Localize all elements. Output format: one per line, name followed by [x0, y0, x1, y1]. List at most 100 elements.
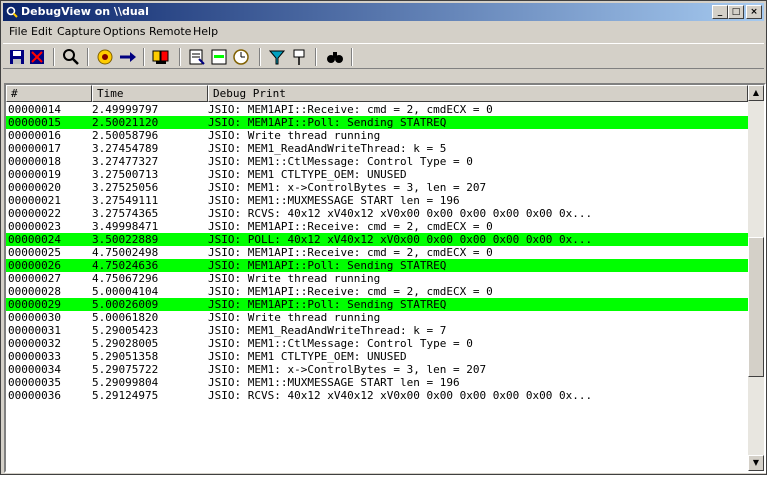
row-debug-print: JSIO: MEM1 CTLTYPE_OEM: UNUSED — [208, 350, 407, 363]
row-debug-print: JSIO: MEM1: x->ControlBytes = 3, len = 2… — [208, 363, 487, 376]
row-debug-print: JSIO: MEM1API::Poll: Sending STATREQ — [208, 298, 447, 311]
row-debug-print: JSIO: MEM1_ReadAndWriteThread: k = 5 — [208, 142, 447, 155]
autoscroll-icon[interactable] — [117, 47, 137, 67]
log-row[interactable]: 00000019 3.27500713 JSIO: MEM1 CTLTYPE_OEM… — [6, 168, 748, 181]
debugview-app-icon — [6, 6, 18, 18]
row-debug-print: JSIO: MEM1::CtlMessage: Control Type = 0 — [208, 155, 473, 168]
pin-icon[interactable] — [289, 47, 309, 67]
toolbar-separator — [259, 48, 261, 66]
row-number: 00000015 — [8, 116, 61, 129]
log-row[interactable]: 00000020 3.27525056 JSIO: MEM1: x->Control… — [6, 181, 748, 194]
time-icon[interactable] — [151, 47, 171, 67]
find-icon[interactable] — [61, 47, 81, 67]
funnel-icon[interactable] — [267, 47, 287, 67]
log-row[interactable]: 00000022 3.27574365 JSIO: RCVS: 40x12 xV40… — [6, 207, 748, 220]
row-number: 00000017 — [8, 142, 61, 155]
highlight-icon[interactable] — [209, 47, 229, 67]
row-number: 00000018 — [8, 155, 61, 168]
column-header-number[interactable]: # — [6, 85, 92, 102]
log-row[interactable]: 00000015 2.50021120 JSIO: MEM1API::Poll: S… — [6, 116, 748, 129]
row-number: 00000031 — [8, 324, 61, 337]
debug-output-list[interactable]: # Time Debug Print 00000014 2.49999797 JSI… — [4, 83, 766, 473]
close-button[interactable]: × — [746, 5, 762, 19]
log-row[interactable]: 00000023 3.49998471 JSIO: MEM1API::Receive… — [6, 220, 748, 233]
title-bar[interactable]: DebugView on \\dual _ □ × — [3, 3, 764, 21]
log-row[interactable]: 00000030 5.00061820 JSIO: Write thread run… — [6, 311, 748, 324]
log-row[interactable]: 00000033 5.29051358 JSIO: MEM1 CTLTYPE_OEM… — [6, 350, 748, 363]
row-time: 3.27477327 — [92, 155, 159, 168]
row-debug-print: JSIO: MEM1API::Receive: cmd = 2, cmdECX … — [208, 285, 493, 298]
row-debug-print: JSIO: MEM1API::Poll: Sending STATREQ — [208, 116, 447, 129]
menu-options[interactable]: Options — [103, 25, 145, 38]
row-number: 00000019 — [8, 168, 61, 181]
log-row[interactable]: 00000024 3.50022889 JSIO: POLL: 40x12 xV40… — [6, 233, 748, 246]
row-time: 5.29099804 — [92, 376, 159, 389]
log-row[interactable]: 00000028 5.00004104 JSIO: MEM1API::Receive… — [6, 285, 748, 298]
log-row[interactable]: 00000017 3.27454789 JSIO: MEM1_ReadAndWrit… — [6, 142, 748, 155]
maximize-button[interactable]: □ — [728, 5, 744, 19]
capture-icon[interactable] — [95, 47, 115, 67]
row-time: 2.50058796 — [92, 129, 159, 142]
row-number: 00000024 — [8, 233, 61, 246]
row-number: 00000030 — [8, 311, 61, 324]
binoculars-icon[interactable] — [325, 47, 345, 67]
row-debug-print: JSIO: Write thread running — [208, 311, 381, 324]
log-row[interactable]: 00000014 2.49999797 JSIO: MEM1API::Receive… — [6, 103, 748, 116]
log-row[interactable]: 00000034 5.29075722 JSIO: MEM1: x->Control… — [6, 363, 748, 376]
row-number: 00000022 — [8, 207, 61, 220]
row-time: 3.27525056 — [92, 181, 159, 194]
log-row[interactable]: 00000027 4.75067296 JSIO: Write thread run… — [6, 272, 748, 285]
row-debug-print: JSIO: MEM1API::Receive: cmd = 2, cmdECX … — [208, 246, 493, 259]
row-time: 4.75024636 — [92, 259, 159, 272]
scroll-up-arrow-icon[interactable]: ▲ — [748, 85, 764, 101]
window-title: DebugView on \\dual — [21, 5, 149, 18]
clear-display-icon[interactable] — [27, 47, 47, 67]
log-row[interactable]: 00000031 5.29005423 JSIO: MEM1_ReadAndWrit… — [6, 324, 748, 337]
log-row[interactable]: 00000026 4.75024636 JSIO: MEM1API::Poll: S… — [6, 259, 748, 272]
clock-icon[interactable] — [231, 47, 251, 67]
vertical-scrollbar[interactable]: ▲ ▼ — [748, 85, 764, 471]
row-debug-print: JSIO: RCVS: 40x12 xV40x12 xV0x00 0x00 0x… — [208, 389, 593, 402]
row-debug-print: JSIO: RCVS: 40x12 xV40x12 xV0x00 0x00 0x… — [208, 207, 593, 220]
row-number: 00000027 — [8, 272, 61, 285]
log-row[interactable]: 00000025 4.75002498 JSIO: MEM1API::Receive… — [6, 246, 748, 259]
minimize-button[interactable]: _ — [712, 5, 728, 19]
row-time: 3.27500713 — [92, 168, 159, 181]
row-time: 5.00061820 — [92, 311, 159, 324]
log-row[interactable]: 00000021 3.27549111 JSIO: MEM1::MUXMESSAGE… — [6, 194, 748, 207]
log-row[interactable]: 00000029 5.00026009 JSIO: MEM1API::Poll: S… — [6, 298, 748, 311]
log-row[interactable]: 00000032 5.29028005 JSIO: MEM1::CtlMessage… — [6, 337, 748, 350]
menu-help[interactable]: Help — [193, 25, 218, 38]
row-time: 3.49998471 — [92, 220, 159, 233]
row-time: 5.29051358 — [92, 350, 159, 363]
menu-capture[interactable]: Capture — [57, 25, 101, 38]
row-time: 5.29028005 — [92, 337, 159, 350]
row-number: 00000029 — [8, 298, 61, 311]
row-time: 5.29124975 — [92, 389, 159, 402]
row-number: 00000028 — [8, 285, 61, 298]
row-time: 5.29075722 — [92, 363, 159, 376]
filter-icon[interactable] — [187, 47, 207, 67]
scroll-down-arrow-icon[interactable]: ▼ — [748, 455, 764, 471]
row-number: 00000032 — [8, 337, 61, 350]
menu-remote[interactable]: Remote — [149, 25, 191, 38]
row-number: 00000036 — [8, 389, 61, 402]
log-rows: 00000014 2.49999797 JSIO: MEM1API::Receive… — [6, 103, 748, 402]
column-header-time[interactable]: Time — [92, 85, 208, 102]
column-header-debug-print[interactable]: Debug Print — [208, 85, 748, 102]
row-time: 5.29005423 — [92, 324, 159, 337]
save-icon[interactable] — [7, 47, 27, 67]
row-debug-print: JSIO: MEM1::MUXMESSAGE START len = 196 — [208, 194, 460, 207]
log-row[interactable]: 00000036 5.29124975 JSIO: RCVS: 40x12 xV40… — [6, 389, 748, 402]
menu-bar: File Edit Capture Options Remote Help — [3, 23, 764, 41]
log-row[interactable]: 00000016 2.50058796 JSIO: Write thread run… — [6, 129, 748, 142]
menu-file[interactable]: File — [9, 25, 27, 38]
log-row[interactable]: 00000018 3.27477327 JSIO: MEM1::CtlMessage… — [6, 155, 748, 168]
scroll-thumb[interactable] — [748, 237, 764, 377]
row-debug-print: JSIO: MEM1::MUXMESSAGE START len = 196 — [208, 376, 460, 389]
row-debug-print: JSIO: Write thread running — [208, 272, 381, 285]
log-row[interactable]: 00000035 5.29099804 JSIO: MEM1::MUXMESSAGE… — [6, 376, 748, 389]
menu-edit[interactable]: Edit — [31, 25, 52, 38]
row-time: 2.49999797 — [92, 103, 159, 116]
row-number: 00000025 — [8, 246, 61, 259]
